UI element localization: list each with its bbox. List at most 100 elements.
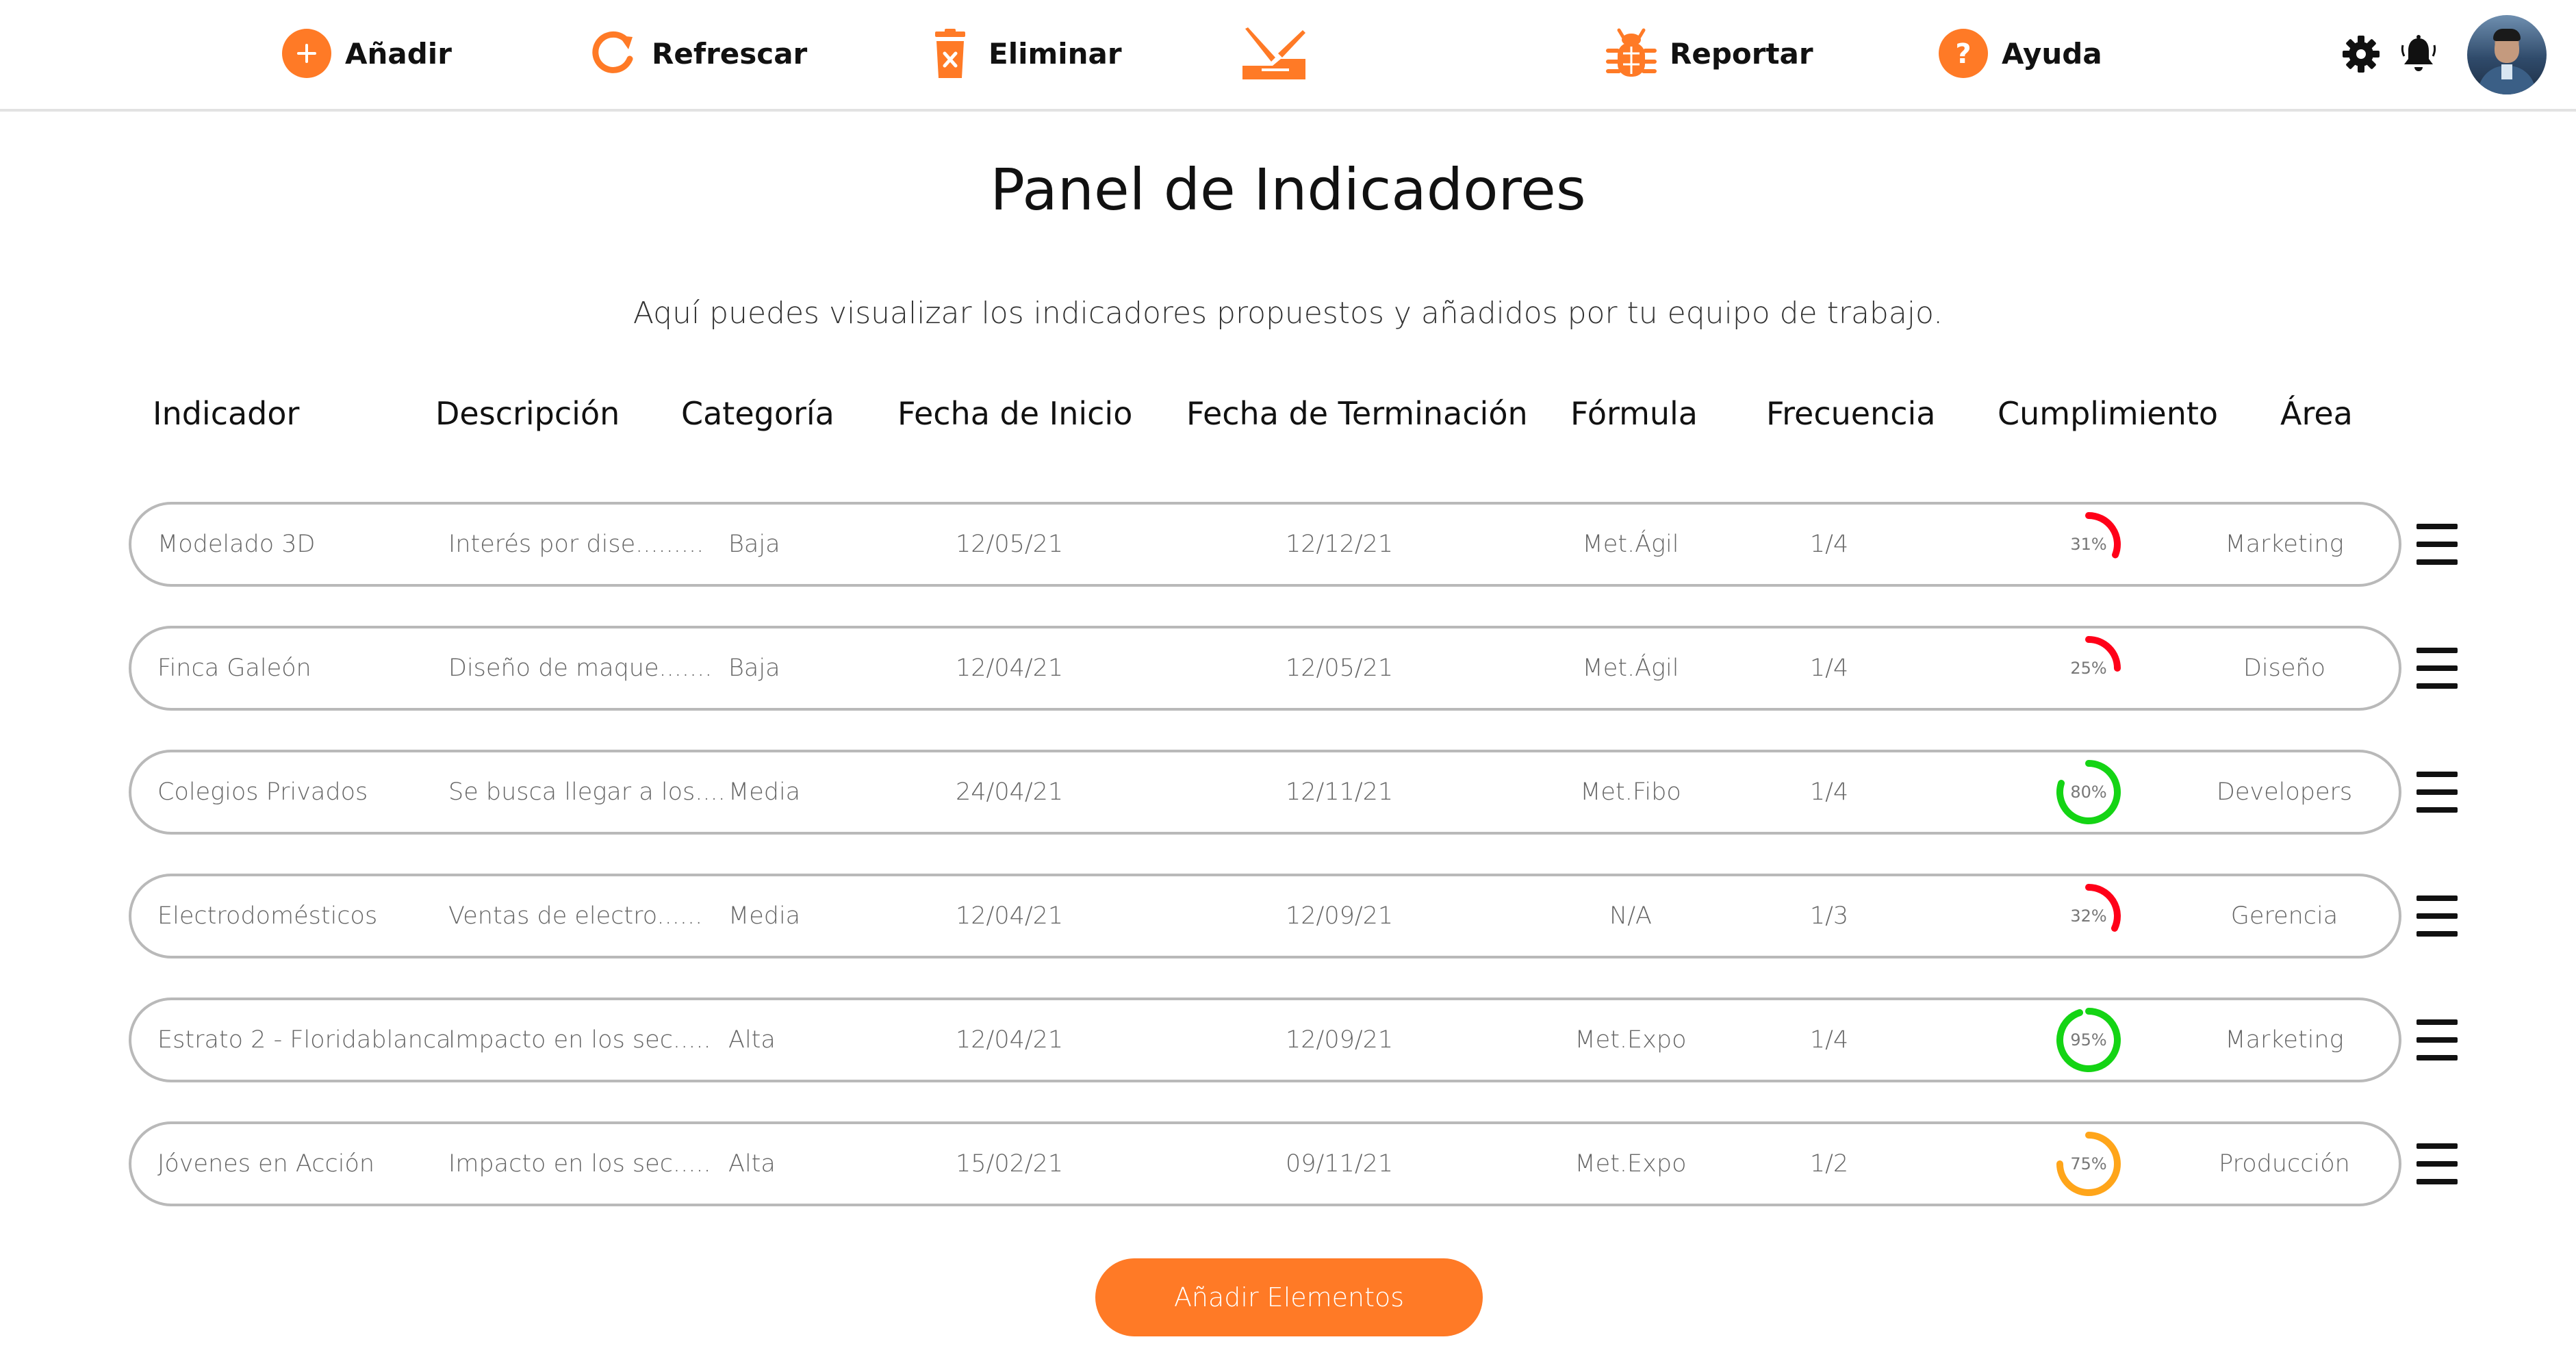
- hamburger-menu-icon[interactable]: [2416, 1019, 2458, 1060]
- table-row[interactable]: Colegios Privados Se busca llegar a los.…: [129, 750, 2401, 835]
- cumplimiento-gauge: 80%: [2054, 758, 2123, 826]
- avatar[interactable]: [2467, 15, 2547, 94]
- table-row[interactable]: Finca Galeón Diseño de maque....... Baja…: [129, 626, 2401, 711]
- cell-categoria: Alta: [728, 1026, 776, 1054]
- report-button-label: Reportar: [1670, 36, 1813, 71]
- report-button[interactable]: Reportar: [1605, 26, 1813, 81]
- cell-indicador: Estrato 2 - Floridablanca: [157, 1026, 451, 1054]
- table-row[interactable]: Estrato 2 - Floridablanca Impacto en los…: [129, 998, 2401, 1082]
- table-row[interactable]: Jóvenes en Acción Impacto en los sec....…: [129, 1121, 2401, 1206]
- cell-descripcion: Diseño de maque.......: [448, 655, 713, 682]
- cumplimiento-gauge: 25%: [2054, 634, 2123, 702]
- refresh-icon: [587, 27, 639, 79]
- hamburger-menu-icon[interactable]: [2416, 895, 2458, 937]
- cell-frecuencia: 1/2: [1809, 1150, 1849, 1178]
- cell-categoria: Baja: [728, 531, 780, 558]
- delete-button-label: Eliminar: [989, 36, 1122, 71]
- cell-indicador: Colegios Privados: [157, 778, 368, 806]
- cell-fecha-inicio: 12/05/21: [956, 531, 1064, 558]
- cell-categoria: Media: [728, 902, 801, 930]
- gauge-label: 80%: [2070, 783, 2107, 802]
- cumplimiento-gauge: 95%: [2054, 1006, 2123, 1074]
- cell-fecha-inicio: 15/02/21: [956, 1150, 1064, 1178]
- bell-icon[interactable]: [2399, 34, 2438, 74]
- top-toolbar: Añadir Refrescar Eliminar Reportar ? Ayu…: [0, 0, 2576, 112]
- cell-indicador: Modelado 3D: [157, 531, 316, 558]
- cell-fecha-terminacion: 09/11/21: [1286, 1150, 1394, 1178]
- column-header-indicador: Indicador: [153, 395, 300, 432]
- gauge-label: 25%: [2070, 659, 2107, 678]
- cell-formula: Met.Expo: [1574, 1150, 1687, 1178]
- column-header-frecuencia: Frecuencia: [1766, 395, 1936, 432]
- cell-fecha-terminacion: 12/05/21: [1286, 655, 1394, 682]
- add-button-label: Añadir: [345, 36, 452, 71]
- cell-area: Diseño: [2243, 655, 2326, 682]
- cumplimiento-gauge: 31%: [2054, 510, 2123, 579]
- cell-categoria: Alta: [728, 1150, 776, 1178]
- cell-formula: Met.Ágil: [1582, 655, 1679, 682]
- cell-fecha-terminacion: 12/12/21: [1286, 531, 1394, 558]
- cell-formula: Met.Ágil: [1582, 531, 1679, 558]
- help-button-label: Ayuda: [2002, 36, 2102, 71]
- cell-formula: N/A: [1609, 902, 1652, 930]
- cell-fecha-terminacion: 12/09/21: [1286, 1026, 1394, 1054]
- cell-area: Gerencia: [2230, 902, 2338, 930]
- cell-frecuencia: 1/3: [1809, 902, 1849, 930]
- add-elements-button[interactable]: Añadir Elementos: [1095, 1258, 1483, 1336]
- cell-formula: Met.Fibo: [1580, 778, 1681, 806]
- gauge-label: 95%: [2070, 1030, 2107, 1050]
- delete-button[interactable]: Eliminar: [924, 26, 1122, 81]
- table-row[interactable]: Modelado 3D Interés por dise......... Ba…: [129, 502, 2401, 587]
- cell-categoria: Baja: [728, 655, 780, 682]
- column-header-cumplimiento: Cumplimiento: [1998, 395, 2219, 432]
- cell-fecha-inicio: 12/04/21: [956, 1026, 1064, 1054]
- cell-fecha-inicio: 12/04/21: [956, 655, 1064, 682]
- gear-icon[interactable]: [2341, 34, 2381, 74]
- cell-frecuencia: 1/4: [1809, 655, 1849, 682]
- cell-frecuencia: 1/4: [1809, 778, 1849, 806]
- hamburger-menu-icon[interactable]: [2416, 772, 2458, 813]
- hamburger-menu-icon[interactable]: [2416, 1143, 2458, 1184]
- help-button[interactable]: ? Ayuda: [1937, 26, 2102, 81]
- column-header-formula: Fórmula: [1570, 395, 1698, 432]
- trash-icon: [924, 27, 976, 79]
- plus-circle-icon: [281, 27, 333, 79]
- column-header-descripcion: Descripción: [435, 395, 620, 432]
- cell-area: Marketing: [2225, 1026, 2344, 1054]
- hammer-tool-icon: [1241, 26, 1307, 81]
- column-header-fecha-inicio: Fecha de Inicio: [897, 395, 1133, 432]
- gauge-label: 32%: [2070, 906, 2107, 926]
- cell-area: Marketing: [2225, 531, 2344, 558]
- hamburger-menu-icon[interactable]: [2416, 524, 2458, 565]
- cell-indicador: Finca Galeón: [157, 655, 311, 682]
- cell-frecuencia: 1/4: [1809, 1026, 1849, 1054]
- svg-text:?: ?: [1955, 38, 1971, 70]
- cell-indicador: Electrodomésticos: [157, 902, 378, 930]
- page-title: Panel de Indicadores: [990, 156, 1586, 223]
- gauge-label: 75%: [2070, 1154, 2107, 1173]
- tool-button[interactable]: [1241, 26, 1319, 81]
- cell-indicador: Jóvenes en Acción: [157, 1150, 375, 1178]
- hamburger-menu-icon[interactable]: [2416, 648, 2458, 689]
- column-header-categoria: Categoría: [681, 395, 834, 432]
- cell-area: Producción: [2219, 1150, 2350, 1178]
- refresh-button[interactable]: Refrescar: [587, 26, 807, 81]
- cumplimiento-gauge: 75%: [2054, 1130, 2123, 1198]
- cell-descripcion: Interés por dise.........: [448, 531, 704, 558]
- cell-fecha-inicio: 24/04/21: [956, 778, 1064, 806]
- bug-icon: [1605, 27, 1657, 79]
- add-button[interactable]: Añadir: [281, 26, 452, 81]
- column-header-area: Área: [2280, 395, 2353, 432]
- cell-descripcion: Impacto en los sec.....: [448, 1150, 711, 1178]
- cell-descripcion: Ventas de electro......: [448, 902, 703, 930]
- column-header-fecha-terminacion: Fecha de Terminación: [1186, 395, 1528, 432]
- cell-descripcion: Impacto en los sec.....: [448, 1026, 711, 1054]
- cell-frecuencia: 1/4: [1809, 531, 1849, 558]
- cell-descripcion: Se busca llegar a los....: [448, 778, 726, 806]
- question-circle-icon: ?: [1937, 27, 1989, 79]
- cell-area: Developers: [2216, 778, 2353, 806]
- table-row[interactable]: Electrodomésticos Ventas de electro.....…: [129, 874, 2401, 958]
- page-subtitle: Aquí puedes visualizar los indicadores p…: [633, 296, 1943, 331]
- cumplimiento-gauge: 32%: [2054, 882, 2123, 950]
- cell-fecha-inicio: 12/04/21: [956, 902, 1064, 930]
